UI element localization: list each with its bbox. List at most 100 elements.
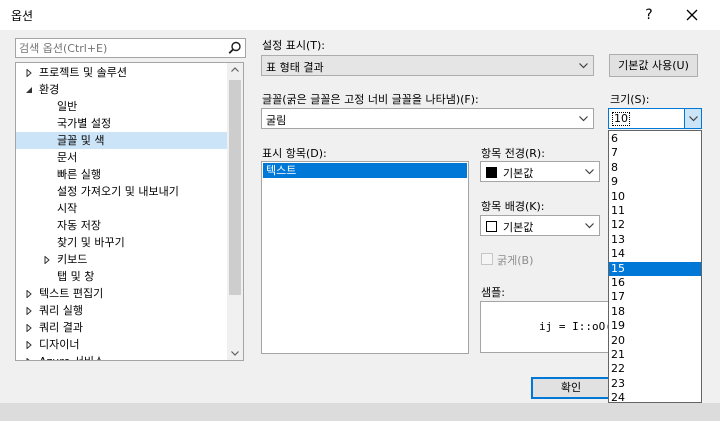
size-option[interactable]: 11	[609, 204, 701, 218]
size-option[interactable]: 12	[609, 218, 701, 232]
tree-item-label: 찾기 및 바꾸기	[57, 236, 125, 249]
size-value: 10	[612, 112, 630, 126]
size-option[interactable]: 13	[609, 233, 701, 247]
chevron-down-icon	[579, 116, 588, 122]
sample-preview: ij = I::oO(0xB81l);	[480, 301, 620, 353]
tree-item-label: 일반	[57, 100, 78, 113]
background-combo[interactable]: 기본값	[480, 215, 600, 236]
size-dropdown-button[interactable]	[684, 109, 701, 128]
size-option[interactable]: 6	[609, 132, 701, 146]
tree-item-label: 쿼리 결과	[39, 321, 83, 334]
sample-label: 샘플:	[481, 286, 505, 299]
tree-item-label: 탭 및 창	[57, 270, 95, 283]
bold-label: 굵게(B)	[497, 254, 534, 267]
tree-item-일반[interactable]: 일반	[16, 98, 228, 115]
tree-item-label: 프로젝트 및 솔루션	[39, 66, 127, 79]
size-option[interactable]: 9	[609, 175, 701, 189]
tree-scrollbar[interactable]	[227, 63, 243, 360]
close-icon	[686, 9, 698, 21]
close-button[interactable]	[679, 3, 705, 27]
tree-item-label: 시작	[57, 202, 78, 215]
collapse-arrow-icon[interactable]	[25, 86, 33, 94]
foreground-label: 항목 전경(R):	[481, 147, 545, 160]
size-option[interactable]: 14	[609, 247, 701, 261]
chevron-down-icon	[689, 116, 698, 122]
tree-item-label: Azure 서비스	[39, 353, 104, 360]
tree-item-빠른-실행[interactable]: 빠른 실행	[16, 166, 228, 183]
background-window	[0, 403, 720, 421]
size-option[interactable]: 24	[609, 391, 701, 402]
ok-button[interactable]: 확인	[531, 377, 611, 399]
size-option[interactable]: 19	[609, 319, 701, 333]
size-option[interactable]: 7	[609, 146, 701, 160]
foreground-color-swatch	[486, 167, 497, 178]
font-label: 글꼴(굵은 글꼴은 고정 너비 글꼴을 나타냄)(F):	[262, 93, 479, 106]
options-tree[interactable]: 프로젝트 및 솔루션환경일반국가별 설정글꼴 및 색 문서빠른 실행설정 가져오기…	[15, 62, 244, 361]
size-option[interactable]: 10	[609, 190, 701, 204]
chevron-down-icon	[585, 223, 594, 229]
tree-item-label: 국가별 설정	[57, 117, 112, 130]
size-option[interactable]: 23	[609, 377, 701, 391]
scroll-down-icon[interactable]	[231, 351, 239, 356]
tree-item-키보드[interactable]: 키보드	[16, 251, 228, 268]
tree-item-label: 설정 가져오기 및 내보내기	[57, 185, 179, 198]
size-dropdown-list[interactable]: 6 7 8 9 10 11 12 13 14 15 16 17 18 19 20 21 22 23 24	[608, 130, 702, 403]
display-items-list[interactable]: 텍스트	[261, 161, 469, 354]
expand-arrow-icon[interactable]	[25, 290, 33, 298]
tree-item-자동-저장[interactable]: 자동 저장	[16, 217, 228, 234]
size-option[interactable]: 22	[609, 362, 701, 376]
expand-arrow-icon[interactable]	[43, 256, 51, 264]
size-option[interactable]: 20	[609, 334, 701, 348]
tree-item-label: 환경	[39, 83, 60, 96]
tree-item-label: 디자이너	[39, 338, 80, 351]
tree-item-설정-가져오기-및-내보내기[interactable]: 설정 가져오기 및 내보내기	[16, 183, 228, 200]
expand-arrow-icon[interactable]	[25, 307, 33, 315]
tree-item-label: 자동 저장	[57, 219, 101, 232]
size-combo[interactable]: 10	[608, 108, 702, 129]
tree-item-label: 키보드	[57, 253, 88, 266]
tree-item-국가별-설정[interactable]: 국가별 설정	[16, 115, 228, 132]
background-label: 항목 배경(K):	[481, 200, 545, 213]
tree-item-찾기-및-바꾸기[interactable]: 찾기 및 바꾸기	[16, 234, 228, 251]
options-search-box[interactable]	[15, 38, 246, 58]
expand-arrow-icon[interactable]	[25, 358, 33, 361]
expand-arrow-icon[interactable]	[25, 69, 33, 77]
font-value: 굴림	[266, 114, 287, 127]
size-option[interactable]: 8	[609, 161, 701, 175]
show-settings-combo[interactable]: 표 형태 결과	[261, 55, 594, 76]
tree-item-Azure-서비스[interactable]: Azure 서비스	[16, 353, 228, 361]
size-option[interactable]: 16	[609, 276, 701, 290]
tree-item-디자이너[interactable]: 디자이너	[16, 336, 228, 353]
use-defaults-button[interactable]: 기본값 사용(U)	[609, 54, 698, 77]
scroll-up-icon[interactable]	[231, 67, 239, 72]
display-items-label: 표시 항목(D):	[262, 147, 327, 160]
tree-item-텍스트-편집기[interactable]: 텍스트 편집기	[16, 285, 228, 302]
tree-item-문서[interactable]: 문서	[16, 149, 228, 166]
tree-item-쿼리-실행[interactable]: 쿼리 실행	[16, 302, 228, 319]
background-value: 기본값	[503, 221, 534, 234]
foreground-combo[interactable]: 기본값	[480, 161, 600, 182]
tree-item-시작[interactable]: 시작	[16, 200, 228, 217]
size-option[interactable]: 18	[609, 305, 701, 319]
scroll-thumb[interactable]	[229, 80, 241, 295]
search-icon[interactable]	[228, 41, 242, 55]
show-settings-label: 설정 표시(T):	[262, 39, 325, 52]
tree-item-쿼리-결과[interactable]: 쿼리 결과	[16, 319, 228, 336]
expand-arrow-icon[interactable]	[25, 341, 33, 349]
tree-item-프로젝트-및-솔루션[interactable]: 프로젝트 및 솔루션	[16, 64, 228, 81]
tree-item-탭-및-창[interactable]: 탭 및 창	[16, 268, 228, 285]
search-input[interactable]	[19, 40, 219, 56]
tree-item-label: 빠른 실행	[57, 168, 101, 181]
size-option[interactable]: 17	[609, 290, 701, 304]
tree-item-환경[interactable]: 환경	[16, 81, 228, 98]
title-bar	[0, 0, 720, 30]
size-option[interactable]: 15	[609, 261, 701, 276]
chevron-down-icon	[585, 169, 594, 175]
expand-arrow-icon[interactable]	[25, 324, 33, 332]
bold-checkbox[interactable]	[481, 253, 493, 265]
list-item[interactable]: 텍스트	[263, 163, 467, 178]
help-button[interactable]: ?	[636, 3, 662, 27]
tree-item-글꼴-및-색[interactable]: 글꼴 및 색	[16, 132, 228, 149]
size-option[interactable]: 21	[609, 348, 701, 362]
font-combo[interactable]: 굴림	[261, 108, 594, 129]
